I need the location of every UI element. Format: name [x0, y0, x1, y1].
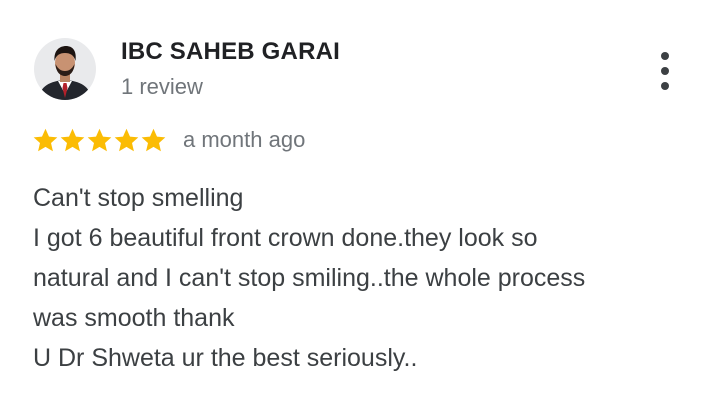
rating-row: a month ago — [32, 124, 305, 156]
review-line: U Dr Shweta ur the best seriously.. — [33, 344, 418, 372]
review-line: was smooth thank — [33, 304, 235, 332]
review-body: Can't stop smelling I got 6 beautiful fr… — [33, 178, 693, 378]
star-icon — [33, 128, 58, 151]
more-vert-icon — [661, 67, 669, 75]
star-icon — [141, 128, 166, 151]
review-card: IBC SAHEB GARAI 1 review a month ago Can… — [0, 0, 717, 403]
review-line: Can't stop smelling — [33, 184, 244, 212]
author-name[interactable]: IBC SAHEB GARAI — [121, 38, 340, 66]
star-icon — [114, 128, 139, 151]
review-line: I got 6 beautiful front crown done.they … — [33, 224, 538, 252]
more-vert-icon — [661, 52, 669, 60]
avatar[interactable] — [34, 38, 96, 100]
review-date: a month ago — [183, 127, 306, 152]
star-icon — [87, 128, 112, 151]
star-icon — [60, 128, 85, 151]
review-line: natural and I can't stop smiling..the wh… — [33, 264, 586, 292]
more-options-button[interactable] — [648, 48, 682, 94]
user-avatar-image — [34, 38, 96, 100]
more-vert-icon — [661, 82, 669, 90]
review-count[interactable]: 1 review — [121, 74, 203, 100]
star-rating — [32, 127, 167, 154]
